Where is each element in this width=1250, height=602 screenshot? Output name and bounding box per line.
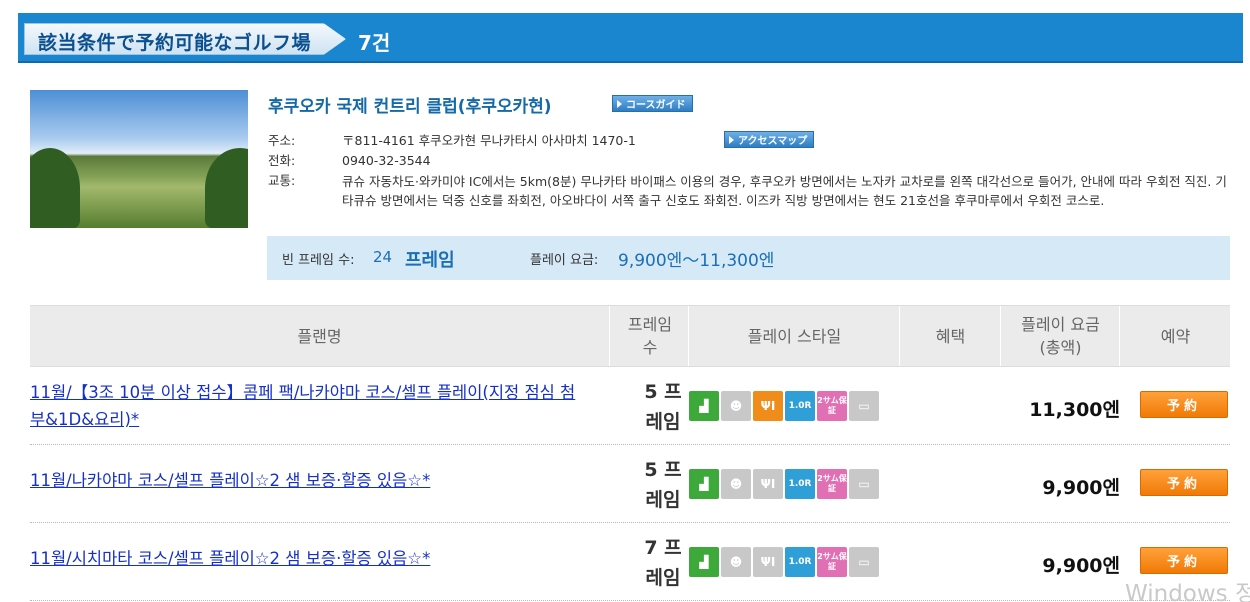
one-round-icon: 1.0R <box>785 547 815 577</box>
windows-watermark: Windows 정 <box>1125 581 1250 602</box>
cart-icon: ▟ <box>689 391 719 421</box>
header-title: 該当条件で予約可能なゴルフ場 <box>38 32 312 54</box>
reserve-button[interactable]: 予約 <box>1140 391 1228 418</box>
header-tab: 該当条件で予約可能なゴルフ場 <box>24 23 346 55</box>
access-map-button[interactable]: アクセスマップ <box>724 131 815 148</box>
plan-price: 11,300엔 <box>1029 399 1120 421</box>
address-label: 주소: <box>268 133 296 148</box>
arrow-icon <box>729 135 734 144</box>
results-header: 該当条件で予約可能なゴルフ場 7건 <box>18 13 1243 63</box>
stay-icon: ▭ <box>849 547 879 577</box>
two-sum-guarantee-icon: 2サム保証 <box>817 547 847 577</box>
frames-value: 24 <box>373 248 393 266</box>
plan-row: 11월/나카야마 코스/셀프 플레이☆2 샘 보증·할증 있음☆* 5 프 레임… <box>30 445 1230 523</box>
address-value: 〒811-4161 후쿠오카현 무나카타시 아사마치 1470-1 <box>342 133 636 148</box>
stay-icon: ▭ <box>849 469 879 499</box>
photo-tree <box>30 148 80 228</box>
phone-label: 전화: <box>268 153 296 168</box>
frames-unit: 프레임 <box>405 250 455 271</box>
caddie-icon: ☻ <box>721 469 751 499</box>
meal-icon: ΨI <box>753 547 783 577</box>
cart-icon: ▟ <box>689 469 719 499</box>
header-plan: 플랜명 <box>30 306 610 366</box>
access-map-label: アクセスマップ <box>738 136 808 147</box>
style-icons: ▟ ☻ ΨI 1.0R 2サム保証 ▭ <box>689 391 879 421</box>
plan-price: 9,900엔 <box>1042 555 1120 577</box>
phone-value: 0940-32-3544 <box>342 153 431 168</box>
one-round-icon: 1.0R <box>785 469 815 499</box>
meal-icon: ΨI <box>753 469 783 499</box>
caddie-icon: ☻ <box>721 391 751 421</box>
course-photo[interactable] <box>30 90 248 228</box>
header-reserve: 예약 <box>1160 326 1191 346</box>
plan-row: 11월/시치마타 코스/셀프 플레이☆2 샘 보증·할증 있음☆* 7 프 레임… <box>30 523 1230 601</box>
plan-table-header: 플랜명 프레임 수 플레이 스타일 혜택 플레이 요금 (총액) 예약 <box>30 305 1230 367</box>
header-style: 플레이 스타일 <box>690 306 900 366</box>
plan-price: 9,900엔 <box>1042 477 1120 499</box>
fee-label: 플레이 요금: <box>530 253 599 268</box>
reserve-button[interactable]: 予約 <box>1140 469 1228 496</box>
course-summary: 빈 프레임 수: 24 프레임 플레이 요금: 9,900엔～11,300엔 <box>267 236 1230 280</box>
plan-row: 11월/【3조 10분 이상 접수】콤페 팩/나카야마 코스/셀프 플레이(지정… <box>30 367 1230 445</box>
frames-label: 빈 프레임 수: <box>282 253 355 268</box>
access-label: 교통: <box>268 173 296 188</box>
plan-link[interactable]: 11월/나카야마 코스/셀프 플레이☆2 샘 보증·할증 있음☆* <box>30 467 600 494</box>
fee-range: 9,900엔～11,300엔 <box>618 251 775 271</box>
access-value: 큐슈 자동차도·와카미야 IC에서는 5km(8분) 무나카타 바이패스 이용의… <box>342 174 1227 208</box>
course-guide-button[interactable]: コースガイド <box>612 95 693 112</box>
plan-link[interactable]: 11월/시치마타 코스/셀프 플레이☆2 샘 보증·할증 있음☆* <box>30 545 600 572</box>
plan-frames: 5 프 레임 <box>644 459 682 511</box>
plan-frames: 5 프 레임 <box>644 381 682 433</box>
reserve-button[interactable]: 予約 <box>1140 547 1228 574</box>
caddie-icon: ☻ <box>721 547 751 577</box>
two-sum-guarantee-icon: 2サム保証 <box>817 391 847 421</box>
header-benefit: 혜택 <box>901 306 1001 366</box>
style-icons: ▟ ☻ ΨI 1.0R 2サム保証 ▭ <box>689 547 879 577</box>
cart-icon: ▟ <box>689 547 719 577</box>
two-sum-guarantee-icon: 2サム保証 <box>817 469 847 499</box>
plan-frames: 7 프 레임 <box>644 537 682 589</box>
arrow-icon <box>617 99 622 108</box>
one-round-icon: 1.0R <box>785 391 815 421</box>
result-count: 7건 <box>358 31 391 55</box>
header-frames: 프레임 수 <box>612 306 689 366</box>
style-icons: ▟ ☻ ΨI 1.0R 2サム保証 ▭ <box>689 469 879 499</box>
plan-link[interactable]: 11월/【3조 10분 이상 접수】콤페 팩/나카야마 코스/셀프 플레이(지정… <box>30 379 590 433</box>
photo-tree <box>205 148 248 228</box>
course-name-link[interactable]: 후쿠오카 국제 컨트리 클럽(후쿠오카현) <box>268 92 552 117</box>
header-fee: 플레이 요금 (총액) <box>1002 306 1120 366</box>
meal-icon: ΨI <box>753 391 783 421</box>
stay-icon: ▭ <box>849 391 879 421</box>
course-guide-label: コースガイド <box>626 100 686 111</box>
